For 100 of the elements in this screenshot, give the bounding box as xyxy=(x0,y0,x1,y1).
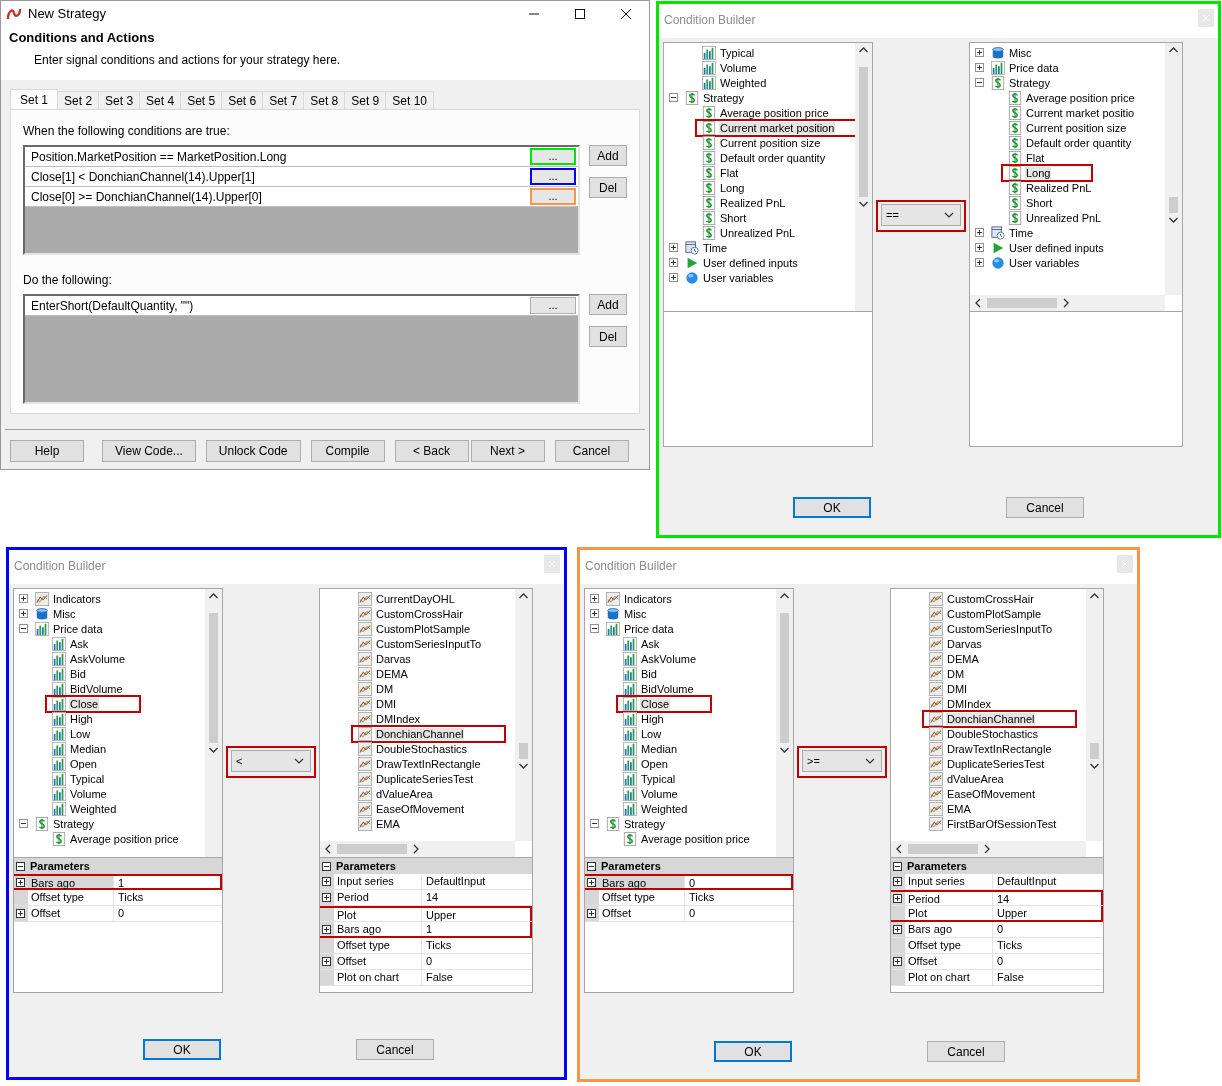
tree-item[interactable]: Price data xyxy=(605,621,676,636)
side-button[interactable]: Add xyxy=(589,294,627,315)
scrollbar-thumb[interactable] xyxy=(780,613,789,743)
edit-button[interactable]: ... xyxy=(530,297,576,314)
tree-item[interactable]: EMA xyxy=(357,816,402,831)
tree-item[interactable]: Average position price xyxy=(51,831,181,846)
tree-item[interactable]: DMIndex xyxy=(357,711,423,726)
tree-item[interactable]: High xyxy=(622,711,666,726)
collapse-icon[interactable] xyxy=(16,861,25,871)
tree-item[interactable]: Default order quantity xyxy=(701,150,828,165)
cancel-button[interactable]: Cancel xyxy=(1006,497,1084,518)
tree-item[interactable]: User defined inputs xyxy=(684,255,800,270)
tree-item[interactable]: Weighted xyxy=(622,801,690,816)
footer-button[interactable]: Cancel xyxy=(554,440,629,462)
edit-button[interactable]: ... xyxy=(530,188,576,205)
ok-button[interactable]: OK xyxy=(714,1041,792,1062)
side-button[interactable]: Add xyxy=(589,145,627,166)
tree-item[interactable]: Volume xyxy=(51,786,109,801)
tree-item[interactable]: Indicators xyxy=(605,591,674,606)
tree-item[interactable]: CustomCrossHair xyxy=(357,606,465,621)
tab[interactable]: Set 1 xyxy=(10,89,59,109)
parameter-row[interactable]: Offset type Ticks xyxy=(891,938,1103,954)
collapse-icon[interactable] xyxy=(590,624,599,633)
collapse-icon[interactable] xyxy=(669,93,678,102)
tree-item[interactable]: Price data xyxy=(34,621,105,636)
tree-item[interactable]: Ask xyxy=(51,636,91,651)
action-text[interactable]: EnterShort(DefaultQuantity, "") xyxy=(25,298,530,313)
tree-item[interactable]: Close xyxy=(618,696,711,711)
tree-item[interactable]: CustomCrossHair xyxy=(928,591,1036,606)
condition-text[interactable]: Close[1] < DonchianChannel(14).Upper[1] xyxy=(25,169,530,184)
tree-item[interactable]: DM xyxy=(928,666,967,681)
scrollbar-thumb[interactable] xyxy=(209,613,218,743)
ok-button[interactable]: OK xyxy=(793,497,871,518)
tree-item[interactable]: Strategy xyxy=(684,90,746,105)
tree-item[interactable]: CustomSeriesInputTo xyxy=(928,621,1055,636)
parameter-row[interactable]: Bars ago 0 xyxy=(585,874,793,890)
tree-item[interactable]: Short xyxy=(701,210,749,225)
footer-button[interactable]: < Back xyxy=(394,440,469,462)
tree-item[interactable]: Long xyxy=(701,180,747,195)
tree-item[interactable]: Typical xyxy=(51,771,107,786)
expand-icon[interactable] xyxy=(975,48,984,57)
expand-icon[interactable] xyxy=(893,877,902,886)
tree-item[interactable]: DM xyxy=(357,681,396,696)
tree-item[interactable]: Median xyxy=(51,741,109,756)
tree-item[interactable]: Realized PnL xyxy=(1007,180,1094,195)
tree-item[interactable]: Flat xyxy=(1007,150,1047,165)
condition-text[interactable]: Close[0] >= DonchianChannel(14).Upper[0] xyxy=(25,189,530,204)
horizontal-scrollbar[interactable] xyxy=(970,295,1165,311)
tree-item[interactable]: dValueArea xyxy=(928,771,1006,786)
tree-item[interactable]: Median xyxy=(622,741,680,756)
expand-icon[interactable] xyxy=(975,228,984,237)
vertical-scrollbar[interactable] xyxy=(1086,589,1103,841)
tree-item[interactable]: CustomPlotSample xyxy=(357,621,473,636)
tree-item[interactable]: DEMA xyxy=(928,651,981,666)
expand-icon[interactable] xyxy=(587,909,596,918)
parameter-row[interactable]: Offset type Ticks xyxy=(320,938,532,954)
condition-text[interactable]: Position.MarketPosition == MarketPosition.Long xyxy=(25,149,530,164)
tree-item[interactable]: CustomSeriesInputTo xyxy=(357,636,484,651)
collapse-icon[interactable] xyxy=(893,861,902,871)
vertical-scrollbar[interactable] xyxy=(855,43,872,311)
tree-item[interactable]: Default order quantity xyxy=(1007,135,1134,150)
parameter-row[interactable]: Bars ago 1 xyxy=(320,922,532,938)
tree-item[interactable]: dValueArea xyxy=(357,786,435,801)
tree-item[interactable]: User defined inputs xyxy=(990,240,1106,255)
parameter-row[interactable]: Period 14 xyxy=(320,890,532,906)
tree-item[interactable]: Average position price xyxy=(701,105,831,120)
tree-item[interactable]: Current position size xyxy=(701,135,823,150)
tree-item[interactable]: User variables xyxy=(684,270,776,285)
tree-item[interactable]: Typical xyxy=(622,771,678,786)
operator-dropdown[interactable]: < xyxy=(231,750,311,772)
expand-icon[interactable] xyxy=(322,957,331,966)
scrollbar-thumb[interactable] xyxy=(337,844,407,854)
parameter-row[interactable]: Plot Upper xyxy=(891,906,1103,922)
tree-item[interactable]: Darvas xyxy=(357,651,413,666)
vertical-scrollbar[interactable] xyxy=(776,589,793,857)
tree-item[interactable]: Misc xyxy=(605,606,649,621)
cancel-button[interactable]: Cancel xyxy=(927,1041,1005,1062)
tree-item[interactable]: Unrealized PnL xyxy=(701,225,798,240)
tree-item[interactable]: Close xyxy=(47,696,140,711)
tree-item[interactable]: High xyxy=(51,711,95,726)
footer-button[interactable]: Unlock Code xyxy=(205,440,301,462)
tree-item[interactable]: AskVolume xyxy=(622,651,699,666)
vertical-scrollbar[interactable] xyxy=(1165,43,1182,295)
tree-item[interactable]: Current market positio xyxy=(1007,105,1137,120)
tree-item[interactable]: DuplicateSeriesTest xyxy=(928,756,1047,771)
operator-dropdown[interactable]: >= xyxy=(802,750,882,772)
parameter-row[interactable]: Bars ago 0 xyxy=(891,922,1103,938)
expand-icon[interactable] xyxy=(893,957,902,966)
parameter-row[interactable]: Offset 0 xyxy=(585,906,793,922)
tree-item[interactable]: Time xyxy=(684,240,730,255)
vertical-scrollbar[interactable] xyxy=(515,589,532,841)
tree-item[interactable]: Flat xyxy=(701,165,741,180)
parameter-row[interactable]: Offset 0 xyxy=(320,954,532,970)
expand-icon[interactable] xyxy=(893,925,902,934)
tree-item[interactable]: Low xyxy=(622,726,664,741)
tree-item[interactable]: CustomPlotSample xyxy=(928,606,1044,621)
tree-item[interactable]: Typical xyxy=(701,45,757,60)
footer-button[interactable]: Next > xyxy=(470,440,545,462)
tree-item[interactable]: Indicators xyxy=(34,591,103,606)
tree-item[interactable]: Unrealized PnL xyxy=(1007,210,1104,225)
